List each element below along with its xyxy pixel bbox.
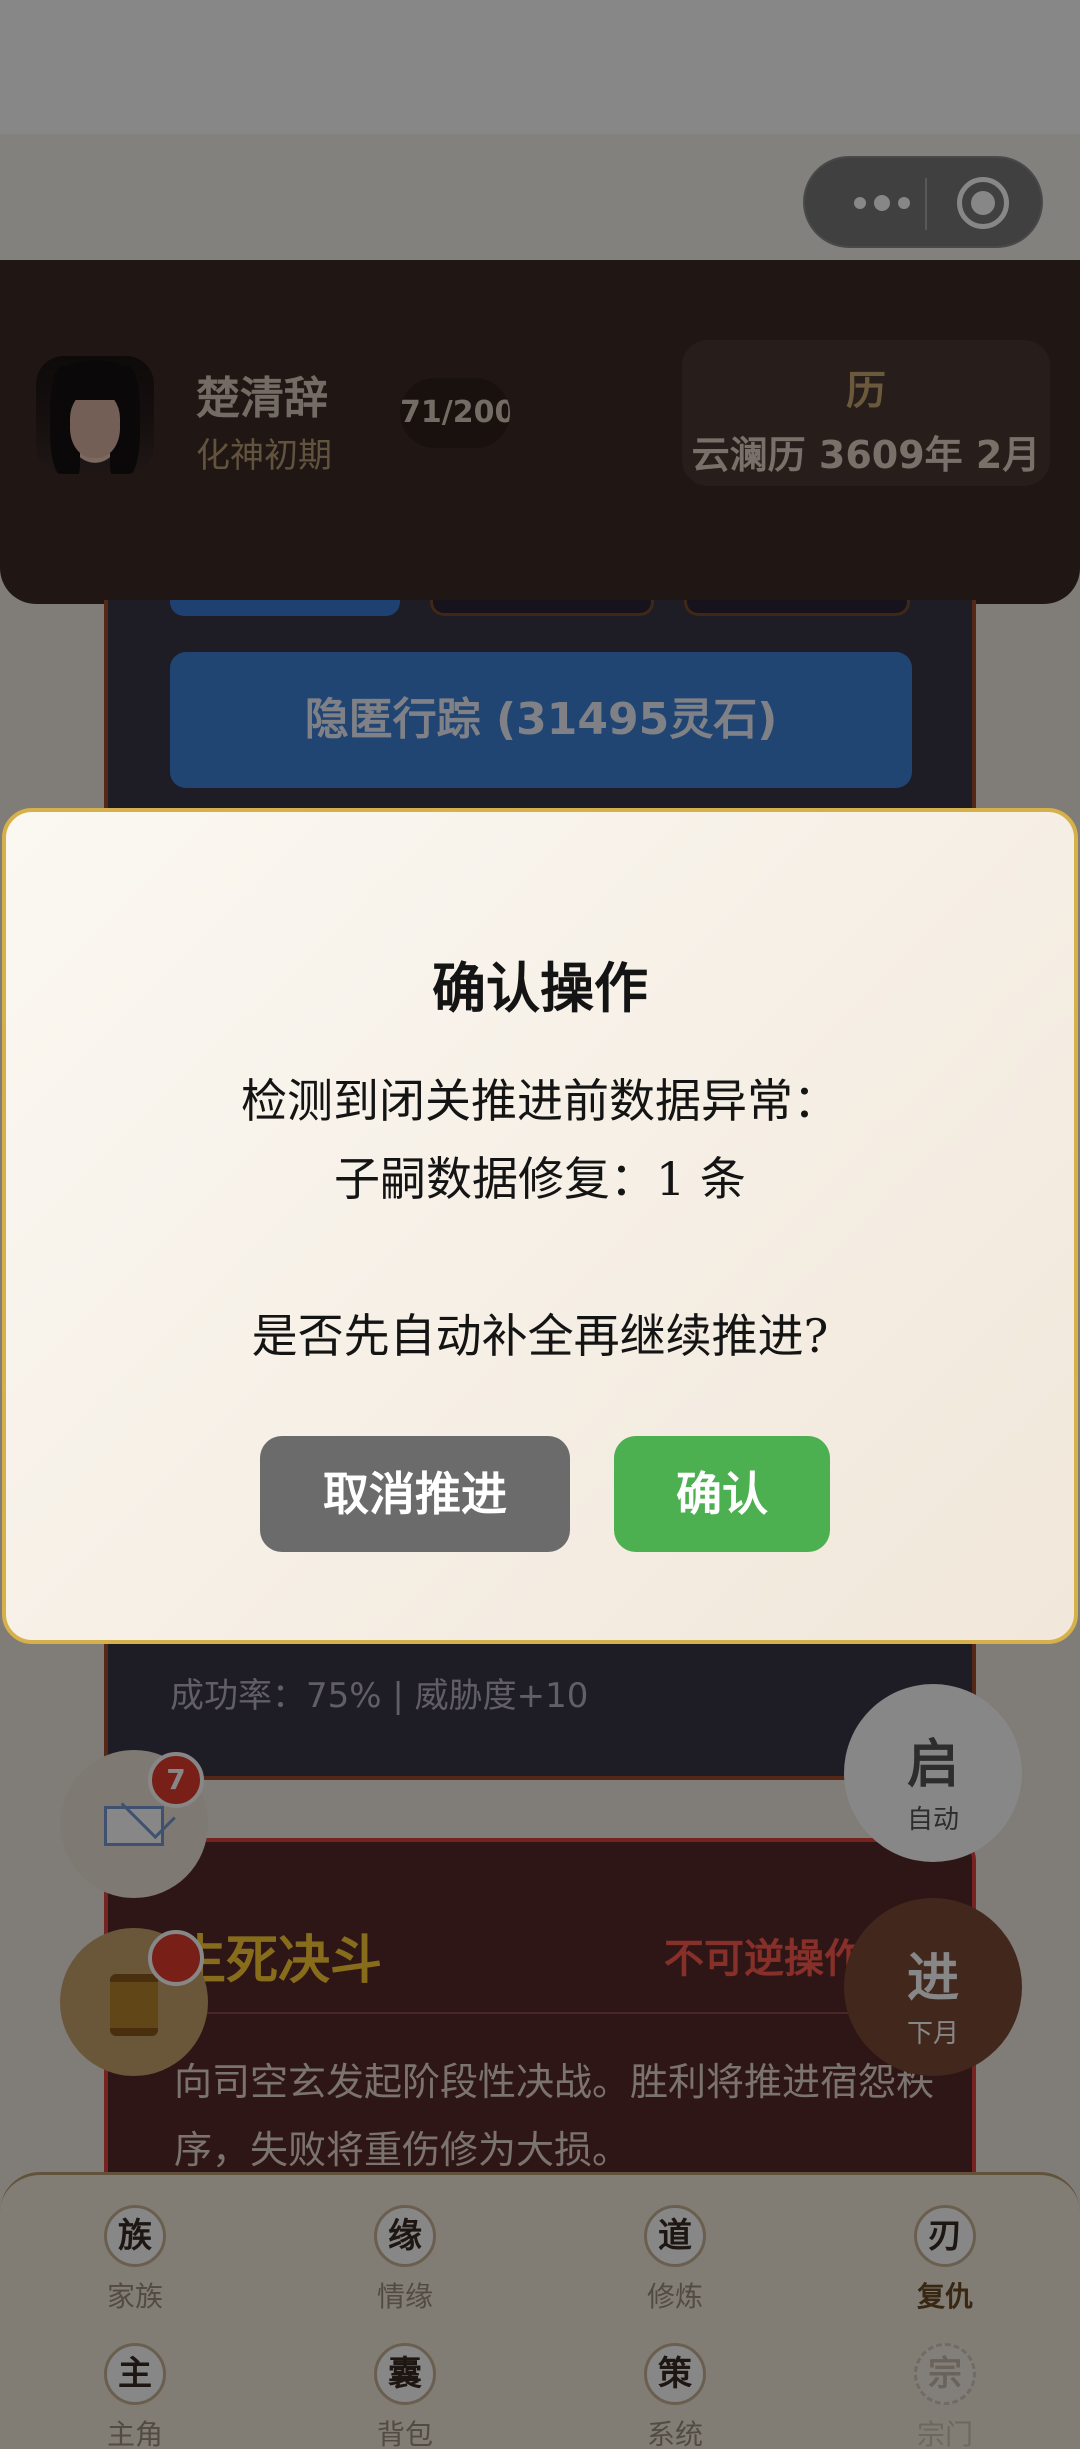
- confirm-button[interactable]: 确认: [614, 1436, 830, 1552]
- confirm-dialog: 确认操作 检测到闭关推进前数据异常： 子嗣数据修复：1 条 是否先自动补全再继续…: [2, 808, 1078, 1644]
- cancel-advance-button[interactable]: 取消推进: [260, 1436, 570, 1552]
- dialog-message-line: 检测到闭关推进前数据异常：: [241, 1074, 839, 1128]
- dialog-message: 检测到闭关推进前数据异常： 子嗣数据修复：1 条: [6, 1062, 1074, 1218]
- dialog-question: 是否先自动补全再继续推进?: [251, 1309, 829, 1363]
- dialog-message-line: 子嗣数据修复：1 条: [334, 1152, 746, 1206]
- dialog-title: 确认操作: [432, 957, 648, 1020]
